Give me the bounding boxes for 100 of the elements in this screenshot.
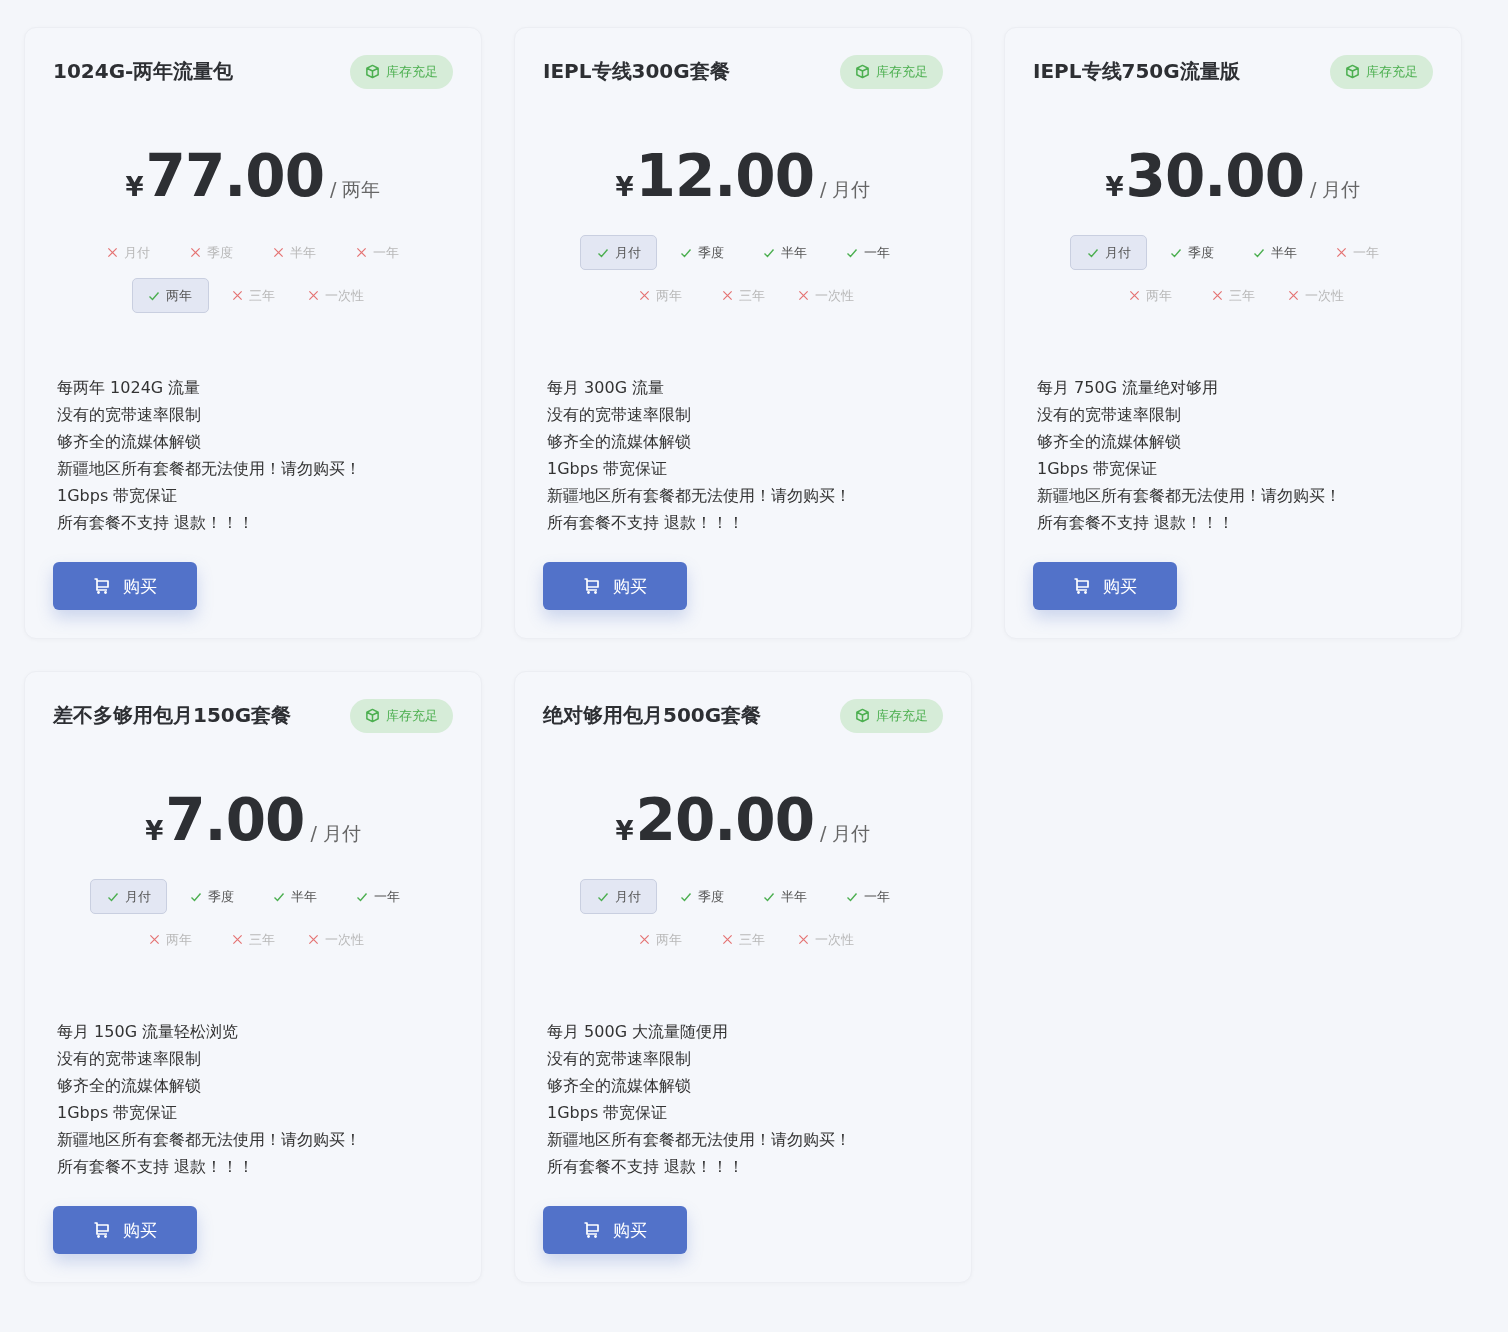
cube-icon	[855, 708, 870, 724]
period-option[interactable]: 半年	[256, 879, 333, 915]
stock-label: 库存充足	[386, 62, 438, 81]
cross-icon	[1288, 290, 1299, 302]
cross-icon	[148, 934, 160, 946]
check-icon	[189, 890, 202, 903]
period-option[interactable]: 月付	[580, 235, 657, 271]
cross-icon	[356, 247, 367, 259]
feature-text: 所有套餐不支持 退款！！！	[57, 512, 256, 535]
check-icon	[106, 890, 119, 903]
feature-text: 新疆地区所有套餐都无法使用！请勿购买！	[1037, 485, 1342, 508]
period-option[interactable]: 季度	[663, 235, 740, 271]
buy-button[interactable]: 购买	[53, 562, 197, 610]
buy-button[interactable]: 购买	[1033, 562, 1177, 610]
period-option[interactable]: 半年	[746, 879, 823, 915]
currency-symbol: ¥	[145, 815, 164, 846]
stock-label: 库存充足	[386, 706, 438, 725]
buy-button[interactable]: 购买	[53, 1206, 197, 1254]
feature-text: 所有套餐不支持 退款！！！	[57, 1156, 256, 1179]
feature-text: 够齐全的流媒体解锁	[57, 431, 202, 454]
feature-text: 够齐全的流媒体解锁	[57, 1075, 202, 1098]
period-option[interactable]: 两年	[131, 278, 209, 314]
period-option[interactable]: 月付	[90, 879, 167, 915]
cube-icon	[1345, 64, 1360, 80]
feature-text: 每月 750G 流量绝对够用	[1037, 377, 1220, 400]
currency-symbol: ¥	[1105, 171, 1124, 202]
period-option[interactable]: 月付	[580, 879, 657, 915]
feature-text: 够齐全的流媒体解锁	[547, 1075, 692, 1098]
check-icon	[762, 246, 775, 259]
period-option[interactable]: 月付	[1070, 235, 1147, 271]
feature-text: 每月 150G 流量轻松浏览	[57, 1021, 240, 1044]
feature-text: 1Gbps 带宽保证	[547, 1102, 669, 1125]
plan-title: 绝对够用包月500G套餐	[543, 702, 762, 730]
feature-text: 没有的宽带速率限制	[1037, 404, 1182, 427]
price: 12.00	[635, 141, 815, 210]
buy-button[interactable]: 购买	[543, 562, 687, 610]
feature-text: 每月 500G 大流量随便用	[547, 1021, 730, 1044]
check-icon	[762, 890, 775, 903]
billing-period: / 月付	[310, 820, 361, 846]
check-icon	[1086, 246, 1099, 259]
cross-icon	[273, 247, 284, 259]
check-icon	[845, 246, 858, 259]
feature-text: 没有的宽带速率限制	[57, 404, 202, 427]
cart-icon	[1073, 577, 1091, 596]
feature-text: 每两年 1024G 流量	[57, 377, 202, 400]
cross-icon	[308, 934, 319, 946]
feature-text: 1Gbps 带宽保证	[57, 1102, 179, 1125]
feature-text: 没有的宽带速率限制	[547, 1048, 692, 1071]
plan-title: IEPL专线300G套餐	[543, 58, 730, 86]
cross-icon	[231, 934, 243, 946]
cross-icon	[308, 290, 319, 302]
cart-icon	[93, 577, 111, 596]
check-icon	[845, 890, 858, 903]
cross-icon	[638, 934, 650, 946]
period-option[interactable]: 半年	[746, 235, 823, 271]
period-option[interactable]: 季度	[173, 879, 250, 915]
cross-icon	[231, 290, 243, 302]
billing-period: / 月付	[820, 820, 871, 846]
stock-label: 库存充足	[876, 62, 928, 81]
period-option[interactable]: 一年	[339, 879, 416, 915]
currency-symbol: ¥	[615, 171, 634, 202]
cross-icon	[1211, 290, 1223, 302]
currency-symbol: ¥	[615, 815, 634, 846]
feature-text: 所有套餐不支持 退款！！！	[547, 512, 746, 535]
period-option[interactable]: 一年	[829, 235, 906, 271]
feature-text: 1Gbps 带宽保证	[1037, 458, 1159, 481]
cube-icon	[365, 64, 380, 80]
check-icon	[596, 890, 609, 903]
cross-icon	[798, 934, 809, 946]
feature-text: 所有套餐不支持 退款！！！	[547, 1156, 746, 1179]
feature-text: 所有套餐不支持 退款！！！	[1037, 512, 1236, 535]
cube-icon	[365, 708, 380, 724]
check-icon	[679, 890, 692, 903]
plan-title: IEPL专线750G流量版	[1033, 58, 1240, 86]
billing-period: / 两年	[330, 176, 381, 202]
period-option[interactable]: 季度	[663, 879, 740, 915]
price: 20.00	[635, 785, 815, 854]
stock-label: 库存充足	[1366, 62, 1418, 81]
feature-text: 新疆地区所有套餐都无法使用！请勿购买！	[547, 485, 852, 508]
price: 77.00	[145, 141, 325, 210]
cart-icon	[583, 1221, 601, 1240]
period-option[interactable]: 季度	[1153, 235, 1230, 271]
buy-button[interactable]: 购买	[543, 1206, 687, 1254]
cross-icon	[1336, 247, 1347, 259]
feature-text: 新疆地区所有套餐都无法使用！请勿购买！	[57, 458, 362, 481]
feature-text: 新疆地区所有套餐都无法使用！请勿购买！	[57, 1129, 362, 1152]
check-icon	[596, 246, 609, 259]
feature-text: 没有的宽带速率限制	[547, 404, 692, 427]
price: 7.00	[165, 785, 305, 854]
stock-label: 库存充足	[876, 706, 928, 725]
period-option[interactable]: 半年	[1236, 235, 1313, 271]
check-icon	[272, 890, 285, 903]
cart-icon	[93, 1221, 111, 1240]
period-option[interactable]: 一年	[829, 879, 906, 915]
feature-text: 没有的宽带速率限制	[57, 1048, 202, 1071]
feature-text: 每月 300G 流量	[547, 377, 666, 400]
feature-text: 1Gbps 带宽保证	[57, 485, 179, 508]
cross-icon	[1128, 290, 1140, 302]
check-icon	[355, 890, 368, 903]
cross-icon	[798, 290, 809, 302]
